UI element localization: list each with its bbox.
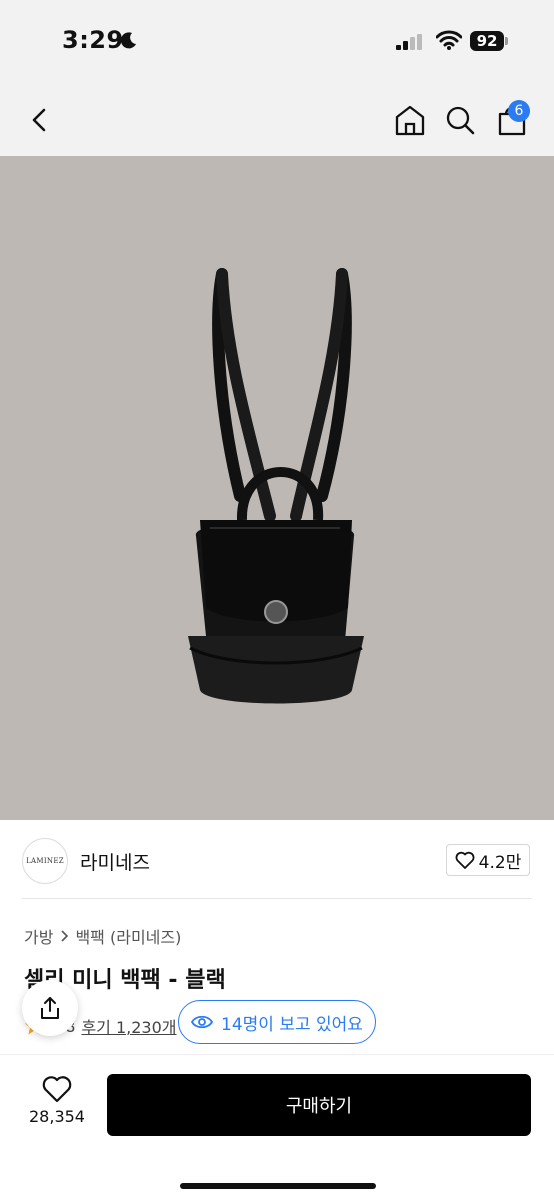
breadcrumb-subcategory[interactable]: 백팩 (라미네즈) [75, 924, 181, 948]
product-image[interactable] [0, 156, 554, 820]
brand-logo-text: LAMINEZ [26, 857, 64, 865]
search-icon[interactable] [442, 102, 478, 138]
battery-tip [505, 37, 508, 45]
wishlist-count: 28,354 [29, 1107, 85, 1126]
wishlist-button[interactable]: 28,354 [24, 1075, 90, 1135]
share-icon [41, 997, 59, 1019]
cart-badge: 6 [508, 100, 530, 122]
signal-icon [396, 34, 422, 50]
back-chevron-icon[interactable] [22, 100, 58, 140]
brand-row[interactable]: LAMINEZ 라미네즈 4.2만 [0, 820, 554, 900]
status-bar: 3:29 92 [0, 0, 554, 80]
battery-icon: 92 [470, 31, 504, 51]
eye-icon [191, 1015, 214, 1029]
nav-bar [0, 80, 554, 156]
reviews-link[interactable]: 후기 1,230개 [81, 1014, 176, 1038]
breadcrumb: 가방 백팩 (라미네즈) [24, 924, 181, 948]
brand-like-count: 4.2만 [478, 852, 522, 873]
moon-icon [120, 32, 136, 49]
viewers-text: 14명이 보고 있어요 [221, 1014, 363, 1035]
heart-icon [455, 851, 475, 869]
chevron-right-icon [61, 930, 69, 942]
divider [22, 898, 532, 899]
heart-icon [42, 1076, 72, 1103]
brand-name[interactable]: 라미네즈 [80, 848, 150, 875]
home-icon[interactable] [392, 102, 428, 138]
brand-logo[interactable]: LAMINEZ [22, 838, 68, 884]
buy-button[interactable]: 구매하기 [107, 1074, 531, 1136]
backpack-image [188, 268, 364, 704]
brand-like-button[interactable]: 4.2만 [446, 844, 530, 876]
bottom-bar: 28,354 구매하기 [0, 1054, 554, 1200]
wifi-icon [436, 30, 462, 50]
breadcrumb-category[interactable]: 가방 [24, 924, 53, 948]
home-indicator[interactable] [180, 1183, 376, 1189]
status-time: 3:29 [62, 26, 124, 54]
viewers-indicator: 14명이 보고 있어요 [178, 1000, 376, 1044]
share-button[interactable] [22, 980, 78, 1036]
